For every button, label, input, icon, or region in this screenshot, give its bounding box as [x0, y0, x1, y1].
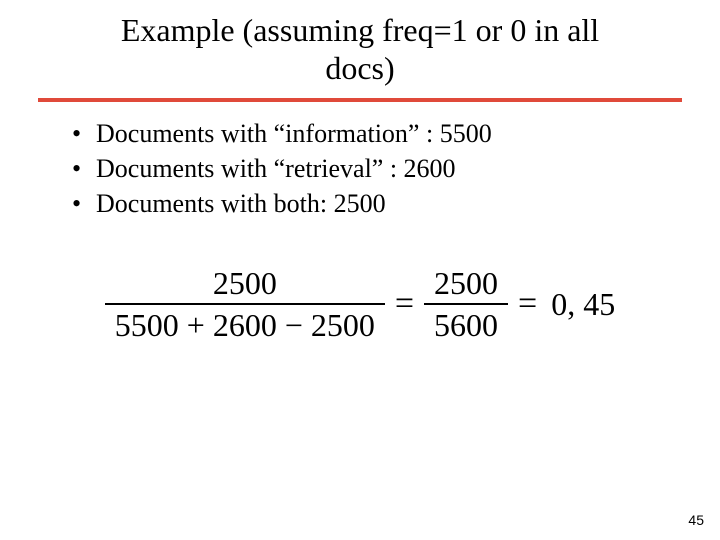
bullet-text: Documents with both: 2500: [96, 186, 386, 221]
formula-area: 2500 5500 + 2600 − 2500 = 2500 5600 = 0,…: [0, 267, 720, 341]
equals-sign: =: [385, 287, 424, 321]
bullet-text: Documents with “retrieval” : 2600: [96, 151, 456, 186]
formula-result: 0, 45: [547, 288, 615, 320]
bullet-text: Documents with “information” : 5500: [96, 116, 492, 151]
list-item: • Documents with both: 2500: [72, 186, 720, 221]
slide: Example (assuming freq=1 or 0 in all doc…: [0, 0, 720, 540]
page-number: 45: [688, 512, 704, 528]
list-item: • Documents with “retrieval” : 2600: [72, 151, 720, 186]
list-item: • Documents with “information” : 5500: [72, 116, 720, 151]
title-underline: [38, 98, 682, 102]
fraction-2: 2500 5600: [424, 267, 508, 341]
bullet-icon: •: [72, 116, 96, 151]
bullet-icon: •: [72, 186, 96, 221]
bullet-icon: •: [72, 151, 96, 186]
title-line-2: docs): [325, 50, 394, 86]
slide-title: Example (assuming freq=1 or 0 in all doc…: [0, 0, 720, 94]
title-line-1: Example (assuming freq=1 or 0 in all: [121, 12, 599, 48]
fraction-1-numerator: 2500: [203, 267, 287, 303]
fraction-2-denominator: 5600: [424, 305, 508, 341]
fraction-1-denominator: 5500 + 2600 − 2500: [105, 305, 385, 341]
bullet-list: • Documents with “information” : 5500 • …: [72, 116, 720, 221]
fraction-1: 2500 5500 + 2600 − 2500: [105, 267, 385, 341]
equals-sign: =: [508, 287, 547, 321]
formula: 2500 5500 + 2600 − 2500 = 2500 5600 = 0,…: [105, 267, 615, 341]
fraction-2-numerator: 2500: [424, 267, 508, 303]
